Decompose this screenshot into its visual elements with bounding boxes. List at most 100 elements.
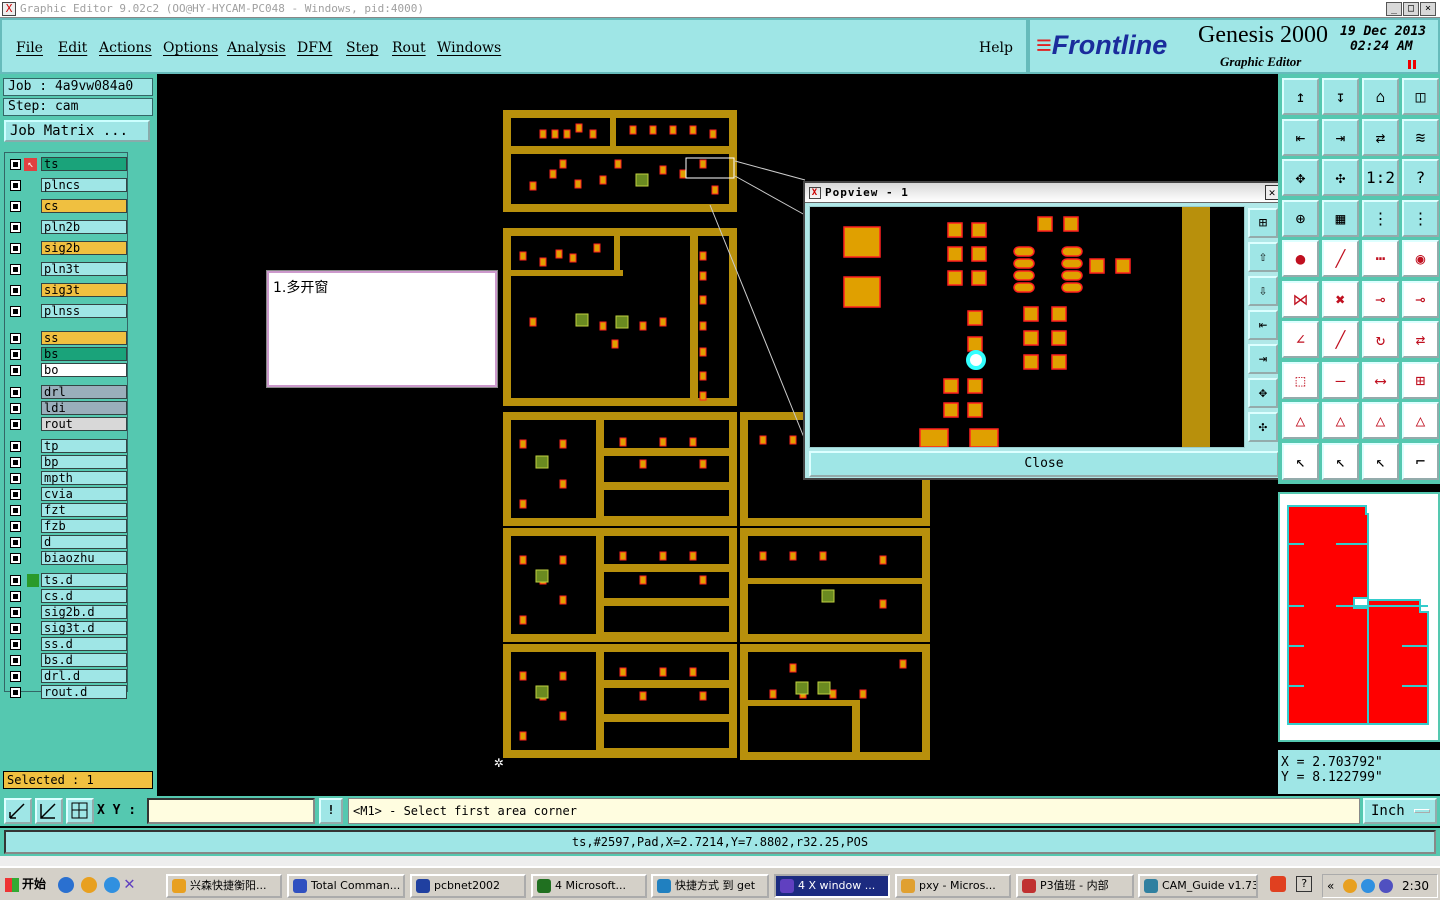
layer-name[interactable]: cvia (41, 487, 127, 501)
layer-row[interactable]: ss.d (5, 637, 129, 652)
layer-visibility-checkbox[interactable] (10, 349, 21, 360)
move-left-icon[interactable]: ⇤ (1282, 118, 1319, 156)
tray-icon[interactable] (1343, 879, 1357, 893)
pan-left-icon[interactable]: ⇤ (1248, 310, 1278, 340)
layer-visibility-checkbox[interactable] (10, 419, 21, 430)
layer-visibility-checkbox[interactable] (10, 333, 21, 344)
mirror-icon[interactable]: ⇄ (1402, 321, 1439, 358)
layer-visibility-checkbox[interactable] (10, 489, 21, 500)
alert-icon[interactable]: ! (319, 798, 343, 824)
taskbar-button[interactable]: pxy - Micros... (895, 874, 1011, 898)
taskbar-button[interactable]: 兴森快捷衡阳... (166, 874, 282, 898)
layer-visibility-checkbox[interactable] (10, 403, 21, 414)
popview-close-button[interactable]: Close (809, 451, 1279, 477)
pointer-icon[interactable]: ↖ (1282, 442, 1319, 480)
layer-name[interactable]: biaozhu (41, 551, 127, 565)
popview-window[interactable]: X Popview - 1 ✕ ⊞ ⇧ ⇩ ⇤ ⇥ ✥ ✣ Close (803, 181, 1284, 480)
layer-row[interactable]: rout (5, 417, 129, 432)
popview-title-bar[interactable]: X Popview - 1 ✕ (805, 183, 1282, 203)
ie-icon[interactable] (58, 877, 74, 893)
rotate-icon[interactable]: ↻ (1362, 321, 1399, 358)
cross-ref-icon[interactable]: ⊕ (1282, 199, 1319, 237)
unit-selector[interactable]: Inch (1363, 798, 1437, 824)
xy-input[interactable] (147, 798, 315, 824)
layer-visibility-checkbox[interactable] (10, 553, 21, 564)
layer-visibility-checkbox[interactable] (10, 201, 21, 212)
zoom-in-icon[interactable]: ⊞ (1248, 208, 1278, 238)
popview-canvas[interactable] (809, 206, 1245, 448)
layer-name[interactable]: sig3t.d (41, 621, 127, 635)
node-icon[interactable]: ⊸ (1362, 280, 1399, 318)
split-icon[interactable]: — (1322, 361, 1359, 399)
layer-visibility-checkbox[interactable] (10, 222, 21, 233)
layer-name[interactable]: bp (41, 455, 127, 469)
maximize-button[interactable]: □ (1403, 2, 1419, 16)
ruler-icon[interactable]: ┅ (1362, 240, 1399, 277)
align-icon[interactable]: ⬚ (1282, 361, 1319, 399)
layer-visibility-checkbox[interactable] (10, 387, 21, 398)
layer-row[interactable]: sig2b.d (5, 605, 129, 620)
layer-name[interactable]: drl (41, 385, 127, 399)
layer-row[interactable]: sig3t.d (5, 621, 129, 636)
taskbar-button[interactable]: CAM_Guide v1.73 (1138, 874, 1258, 898)
move-right-icon[interactable]: ⇥ (1322, 118, 1359, 156)
open-step-icon[interactable]: ↥ (1282, 78, 1319, 115)
angle-icon[interactable]: ∠ (1282, 321, 1319, 358)
grid-icon[interactable]: ▦ (1322, 199, 1359, 237)
pan-right-icon[interactable]: ⇥ (1248, 344, 1278, 374)
layer-visibility-checkbox[interactable] (10, 655, 21, 666)
taskbar-button[interactable]: 4 X window ... (774, 874, 890, 898)
select2-icon[interactable]: ↖ (1362, 442, 1399, 480)
layer-row[interactable]: mpth (5, 471, 129, 486)
layer-row[interactable]: cs.d (5, 589, 129, 604)
layer-name[interactable]: bo (41, 363, 127, 377)
layer-row[interactable]: bp (5, 455, 129, 470)
layer-visibility-checkbox[interactable] (10, 473, 21, 484)
layer-row[interactable]: drl (5, 385, 129, 400)
layer-name[interactable]: ts (41, 157, 127, 171)
layer-row[interactable]: drl.d (5, 669, 129, 684)
layer-row[interactable]: biaozhu (5, 551, 129, 566)
help-icon[interactable]: ? (1296, 876, 1312, 892)
layer-visibility-checkbox[interactable] (10, 243, 21, 254)
layer-name[interactable]: fzt (41, 503, 127, 517)
net-select-icon[interactable]: ⋮ (1362, 199, 1399, 237)
cross-icon[interactable]: ✖ (1322, 280, 1359, 318)
tray-app-icon[interactable] (1270, 876, 1286, 892)
menu-rout[interactable]: Rout (392, 40, 426, 56)
home-icon[interactable]: ⌂ (1362, 78, 1399, 115)
menu-analysis[interactable]: Analysis (227, 40, 286, 56)
layer-name[interactable]: drl.d (41, 669, 127, 683)
layer-visibility-checkbox[interactable] (10, 505, 21, 516)
layer-visibility-checkbox[interactable] (10, 365, 21, 376)
layer-name[interactable]: ss.d (41, 637, 127, 651)
layer-row[interactable]: plnss (5, 304, 129, 319)
grid-icon[interactable] (66, 798, 94, 824)
group-icon[interactable]: ⊞ (1402, 361, 1439, 399)
layer-visibility-checkbox[interactable] (10, 537, 21, 548)
zoom-all-icon[interactable]: ✣ (1248, 412, 1278, 442)
layer-visibility-checkbox[interactable] (10, 591, 21, 602)
measure-icon[interactable] (35, 798, 63, 824)
swap-icon[interactable]: ⇄ (1362, 118, 1399, 156)
layer-row[interactable]: tp (5, 439, 129, 454)
slope-icon[interactable]: ╱ (1322, 321, 1359, 358)
menu-help[interactable]: Help (979, 40, 1013, 56)
layer-name[interactable]: cs (41, 199, 127, 213)
scale-icon[interactable]: 1:2 (1362, 159, 1399, 196)
layer-name[interactable]: pln3t (41, 262, 127, 276)
snap-icon[interactable] (4, 798, 32, 824)
taskbar-button[interactable]: P3值班 - 内部 (1016, 874, 1134, 898)
layer-row[interactable]: bo (5, 363, 129, 378)
pad-icon[interactable]: ● (1282, 240, 1319, 277)
layer-visibility-checkbox[interactable] (10, 180, 21, 191)
layer-row[interactable]: bs (5, 347, 129, 362)
line-icon[interactable]: ╱ (1322, 240, 1359, 277)
layer-row[interactable]: sig2b (5, 241, 129, 256)
layer-row[interactable]: plncs (5, 178, 129, 193)
layer-visibility-checkbox[interactable] (10, 575, 21, 586)
minimize-button[interactable]: _ (1386, 2, 1402, 16)
layer-name[interactable]: tp (41, 439, 127, 453)
layer-visibility-checkbox[interactable] (10, 457, 21, 468)
layer-visibility-checkbox[interactable] (10, 441, 21, 452)
